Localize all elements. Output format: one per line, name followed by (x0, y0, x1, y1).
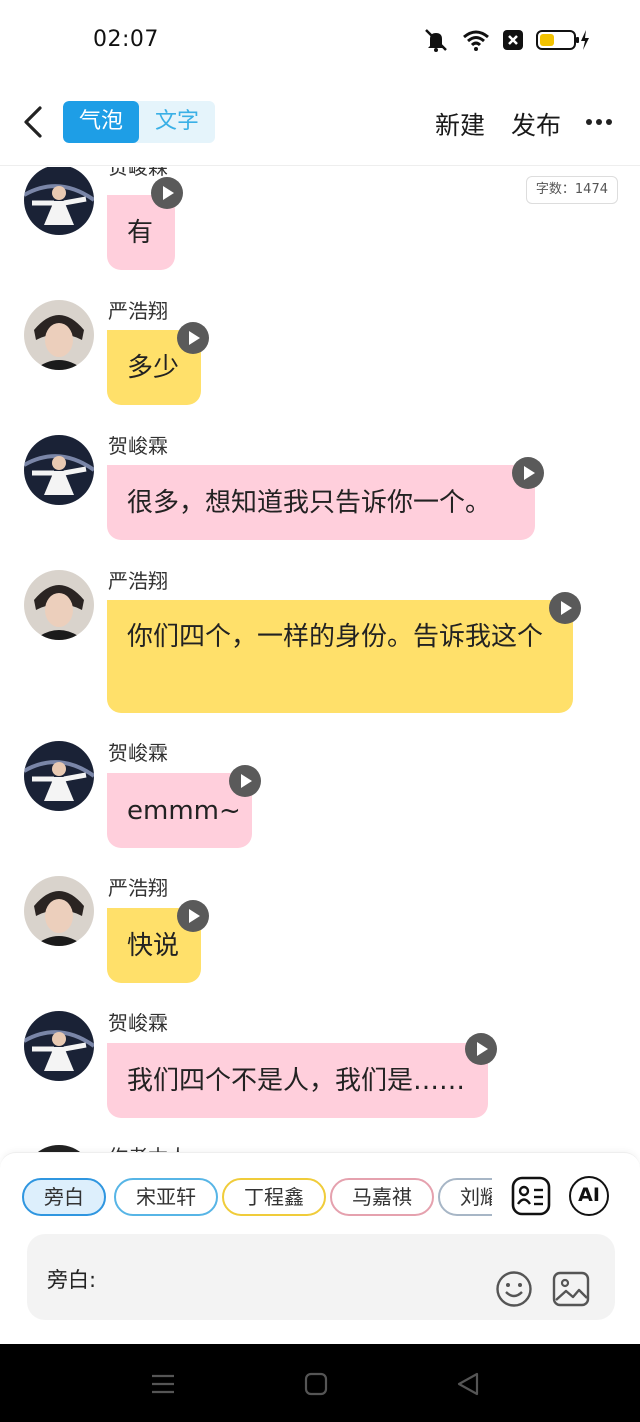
character-chip[interactable]: 刘耀文 (438, 1178, 492, 1216)
sender-name: 严浩翔 (108, 876, 168, 900)
sender-name: 贺峻霖 (108, 741, 168, 765)
avatar-he-junlin[interactable] (24, 741, 94, 811)
menu-icon[interactable] (150, 1371, 176, 1397)
avatar-yan-haoxiang[interactable] (24, 876, 94, 946)
sender-name: 严浩翔 (108, 299, 168, 323)
play-voice-icon[interactable] (151, 177, 183, 209)
avatar-he-junlin[interactable] (24, 435, 94, 505)
system-nav-bar (0, 1344, 640, 1422)
input-speaker-label: 旁白: (47, 1268, 97, 1292)
sender-name: 严浩翔 (108, 569, 168, 593)
status-bar: 02:07 (0, 0, 640, 80)
character-selector[interactable]: 旁白 宋亚轩 丁程鑫 马嘉祺 刘耀文 (22, 1178, 492, 1218)
wifi-icon (463, 30, 489, 51)
publish-button[interactable]: 发布 (511, 106, 561, 142)
status-icons (422, 28, 590, 52)
character-chip[interactable]: 马嘉祺 (330, 1178, 434, 1216)
character-card-icon[interactable] (511, 1176, 551, 1216)
chat-list[interactable]: 字数：1474 贺峻霖 有 严浩翔 多少 贺峻霖 很多，想知道我只告诉你一个。 … (0, 167, 640, 1152)
character-chip-narrator[interactable]: 旁白 (22, 1178, 106, 1216)
play-voice-icon[interactable] (177, 900, 209, 932)
avatar-he-junlin[interactable] (24, 167, 94, 235)
avatar-he-junlin[interactable] (24, 1011, 94, 1081)
emoji-icon[interactable] (495, 1270, 533, 1308)
top-app-bar: 气泡 文字 新建 发布 (0, 80, 640, 166)
avatar-author[interactable] (24, 1145, 94, 1152)
avatar-yan-haoxiang[interactable] (24, 300, 94, 370)
image-icon[interactable] (552, 1270, 590, 1308)
mute-bell-icon (425, 29, 447, 52)
sender-name: 作者本人 (108, 1141, 188, 1152)
message-bubble[interactable]: 很多，想知道我只告诉你一个。 (107, 465, 535, 540)
play-voice-icon[interactable] (549, 592, 581, 624)
message-bubble[interactable]: 我们四个不是人，我们是…… (107, 1043, 488, 1118)
battery-icon (536, 30, 589, 50)
more-horizontal-icon[interactable] (585, 118, 613, 126)
message-input[interactable]: 旁白: (27, 1234, 615, 1320)
character-chip[interactable]: 宋亚轩 (114, 1178, 218, 1216)
new-button[interactable]: 新建 (435, 106, 485, 142)
composer-panel: 旁白 宋亚轩 丁程鑫 马嘉祺 刘耀文 AI 旁白: (0, 1152, 640, 1344)
play-voice-icon[interactable] (177, 322, 209, 354)
tab-bubble[interactable]: 气泡 (63, 101, 139, 143)
word-count-badge: 字数：1474 (525, 176, 618, 204)
play-voice-icon[interactable] (229, 765, 261, 797)
character-chip[interactable]: 丁程鑫 (222, 1178, 326, 1216)
back-triangle-icon[interactable] (455, 1371, 481, 1397)
ai-button[interactable]: AI (569, 1176, 609, 1216)
ai-label: AI (578, 1184, 600, 1206)
tab-text[interactable]: 文字 (139, 101, 215, 143)
status-time: 02:07 (93, 27, 159, 52)
avatar-yan-haoxiang[interactable] (24, 570, 94, 640)
no-sim-icon (503, 30, 523, 50)
message-bubble[interactable]: 你们四个，一样的身份。告诉我这个 (107, 600, 573, 713)
play-voice-icon[interactable] (512, 457, 544, 489)
play-voice-icon[interactable] (465, 1033, 497, 1065)
sender-name: 贺峻霖 (108, 1011, 168, 1035)
sender-name: 贺峻霖 (108, 434, 168, 458)
home-icon[interactable] (303, 1371, 329, 1397)
back-arrow-icon[interactable] (18, 102, 48, 142)
view-mode-toggle: 气泡 文字 (63, 101, 215, 143)
